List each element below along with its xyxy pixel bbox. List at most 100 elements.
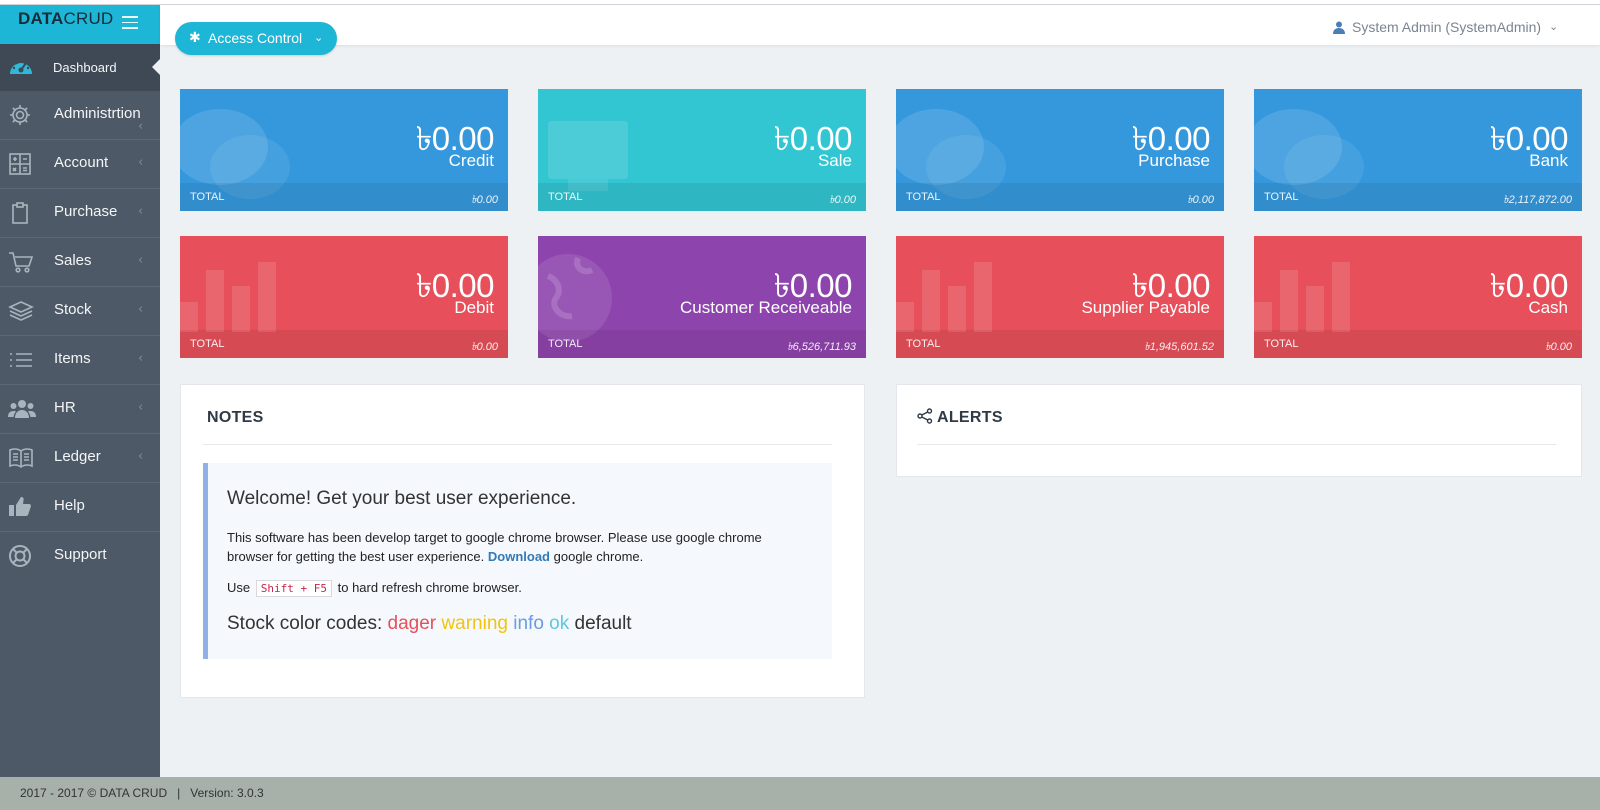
users-icon bbox=[8, 397, 36, 421]
access-control-label: Access Control bbox=[208, 30, 303, 46]
tile-footer: TOTAL ৳0.00 bbox=[1254, 330, 1582, 358]
tile-footer: TOTAL ৳6,526,711.93 bbox=[538, 330, 866, 358]
layers-icon bbox=[8, 299, 34, 323]
tile-total-label: TOTAL bbox=[1264, 338, 1299, 350]
chevron-down-icon: ⌄ bbox=[1549, 21, 1559, 33]
sidebar-item-dashboard[interactable]: Dashboard bbox=[0, 44, 161, 91]
chevron-left-icon: ‹ bbox=[138, 119, 144, 134]
dashboard-gauge-icon bbox=[8, 56, 34, 80]
tile-total-value: ৳2,117,872.00 bbox=[1503, 194, 1572, 206]
code-default: default bbox=[574, 613, 632, 634]
tile-total-value: ৳6,526,711.93 bbox=[787, 341, 856, 353]
sidebar-item-label: HR bbox=[54, 399, 76, 416]
book-icon bbox=[8, 446, 34, 470]
tile-supplier-payable[interactable]: ৳0.00 Supplier Payable TOTAL ৳1,945,601.… bbox=[896, 236, 1224, 358]
sidebar-item-label: Purchase bbox=[54, 203, 118, 220]
tile-total-label: TOTAL bbox=[548, 191, 583, 203]
tile-total-value: ৳0.00 bbox=[471, 341, 498, 353]
sidebar-item-help[interactable]: Help bbox=[0, 483, 160, 532]
tile-label: Supplier Payable bbox=[1081, 298, 1210, 317]
access-control-button[interactable]: ✱ Access Control ⌄ bbox=[175, 22, 337, 55]
tile-footer: TOTAL ৳0.00 bbox=[180, 330, 508, 358]
sidebar-item-support[interactable]: Support bbox=[0, 532, 160, 581]
note-text-end: google chrome. bbox=[553, 549, 644, 564]
sidebar-item-label: Administrtion bbox=[54, 105, 141, 122]
gear-icon bbox=[8, 103, 34, 127]
tile-label: Sale bbox=[817, 151, 852, 170]
tile-footer: TOTAL ৳0.00 bbox=[896, 183, 1224, 211]
top-header: System Admin (SystemAdmin) ⌄ bbox=[160, 5, 1600, 45]
sidebar-item-label: Dashboard bbox=[53, 60, 117, 75]
tile-debit[interactable]: ৳0.00 Debit TOTAL ৳0.00 bbox=[180, 236, 508, 358]
sidebar-item-ledger[interactable]: Ledger ‹ bbox=[0, 434, 160, 483]
sidebar-item-stock[interactable]: Stock ‹ bbox=[0, 287, 160, 336]
chevron-left-icon: ‹ bbox=[138, 155, 144, 170]
chevron-left-icon: ‹ bbox=[138, 204, 144, 219]
menu-toggle-icon[interactable] bbox=[122, 16, 138, 29]
tile-footer: TOTAL ৳0.00 bbox=[180, 183, 508, 211]
notes-title: NOTES bbox=[207, 409, 264, 426]
active-caret bbox=[152, 58, 161, 76]
tile-footer: TOTAL ৳2,117,872.00 bbox=[1254, 183, 1582, 211]
top-border bbox=[0, 0, 1600, 5]
tile-cash[interactable]: ৳0.00 Cash TOTAL ৳0.00 bbox=[1254, 236, 1582, 358]
tile-total-label: TOTAL bbox=[1264, 191, 1299, 203]
tile-footer: TOTAL ৳1,945,601.52 bbox=[896, 330, 1224, 358]
welcome-heading: Welcome! Get your best user experience. bbox=[227, 488, 577, 509]
sidebar-item-hr[interactable]: HR ‹ bbox=[0, 385, 160, 434]
sidebar: DATACRUD Dashboard Administrtion ‹ Accou… bbox=[0, 5, 161, 777]
cart-icon bbox=[8, 250, 34, 274]
tile-total-label: TOTAL bbox=[190, 191, 225, 203]
welcome-note: Welcome! Get your best user experience. … bbox=[203, 463, 832, 659]
sidebar-item-sales[interactable]: Sales ‹ bbox=[0, 238, 160, 287]
refresh-note: Use Shift + F5 to hard refresh chrome br… bbox=[227, 580, 522, 597]
brand-bold: DATA bbox=[18, 9, 64, 28]
tile-label: Customer Receiveable bbox=[680, 298, 852, 317]
tile-total-value: ৳0.00 bbox=[829, 194, 856, 206]
chevron-left-icon: ‹ bbox=[138, 351, 144, 366]
code-danger: dager bbox=[387, 613, 437, 634]
tile-total-value: ৳0.00 bbox=[471, 194, 498, 206]
shortcut-key: Shift + F5 bbox=[255, 580, 332, 597]
sidebar-item-label: Sales bbox=[54, 252, 92, 269]
chevron-down-icon: ⌄ bbox=[314, 32, 324, 44]
chevron-left-icon: ‹ bbox=[138, 400, 144, 415]
footer-text: 2017 - 2017 © DATA CRUD | Version: 3.0.3 bbox=[20, 786, 264, 800]
sidebar-item-label: Stock bbox=[54, 301, 92, 318]
tile-credit[interactable]: ৳0.00 Credit TOTAL ৳0.00 bbox=[180, 89, 508, 211]
sidebar-item-label: Ledger bbox=[54, 448, 101, 465]
tile-total-label: TOTAL bbox=[548, 338, 583, 350]
page-footer: 2017 - 2017 © DATA CRUD | Version: 3.0.3 bbox=[0, 777, 1600, 810]
tile-total-label: TOTAL bbox=[906, 191, 941, 203]
use-prefix: Use bbox=[227, 580, 251, 595]
download-link[interactable]: Download bbox=[488, 549, 550, 564]
sidebar-item-account[interactable]: Account ‹ bbox=[0, 140, 160, 189]
tile-total-value: ৳1,945,601.52 bbox=[1144, 341, 1214, 353]
tile-total-label: TOTAL bbox=[906, 338, 941, 350]
sidebar-item-administration[interactable]: Administrtion ‹ bbox=[0, 91, 160, 140]
tile-bank[interactable]: ৳0.00 Bank TOTAL ৳2,117,872.00 bbox=[1254, 89, 1582, 211]
tile-purchase[interactable]: ৳0.00 Purchase TOTAL ৳0.00 bbox=[896, 89, 1224, 211]
lifebuoy-icon bbox=[8, 544, 34, 568]
sidebar-item-label: Account bbox=[54, 154, 109, 171]
tile-customer-receiveable[interactable]: ৳0.00 Customer Receiveable TOTAL ৳6,526,… bbox=[538, 236, 866, 358]
sidebar-item-label: Items bbox=[54, 350, 91, 367]
alerts-panel: ALERTS bbox=[896, 384, 1582, 477]
sidebar-item-items[interactable]: Items ‹ bbox=[0, 336, 160, 385]
brand-logo[interactable]: DATACRUD bbox=[18, 9, 113, 29]
tile-total-label: TOTAL bbox=[190, 338, 225, 350]
chevron-left-icon: ‹ bbox=[138, 449, 144, 464]
stock-color-codes: Stock color codes: dager warning info ok… bbox=[227, 613, 632, 635]
alerts-title: ALERTS bbox=[937, 409, 1003, 426]
notes-divider bbox=[203, 444, 832, 445]
user-icon bbox=[1333, 21, 1345, 34]
sidebar-item-purchase[interactable]: Purchase ‹ bbox=[0, 189, 160, 238]
code-warning: warning bbox=[441, 613, 508, 634]
chevron-left-icon: ‹ bbox=[138, 302, 144, 317]
browser-note: This software has been develop target to… bbox=[227, 528, 807, 566]
tile-label: Debit bbox=[454, 298, 494, 317]
alerts-divider bbox=[917, 444, 1556, 445]
tile-sale[interactable]: ৳0.00 Sale TOTAL ৳0.00 bbox=[538, 89, 866, 211]
sidebar-item-label: Support bbox=[54, 546, 107, 563]
list-icon bbox=[8, 348, 34, 372]
